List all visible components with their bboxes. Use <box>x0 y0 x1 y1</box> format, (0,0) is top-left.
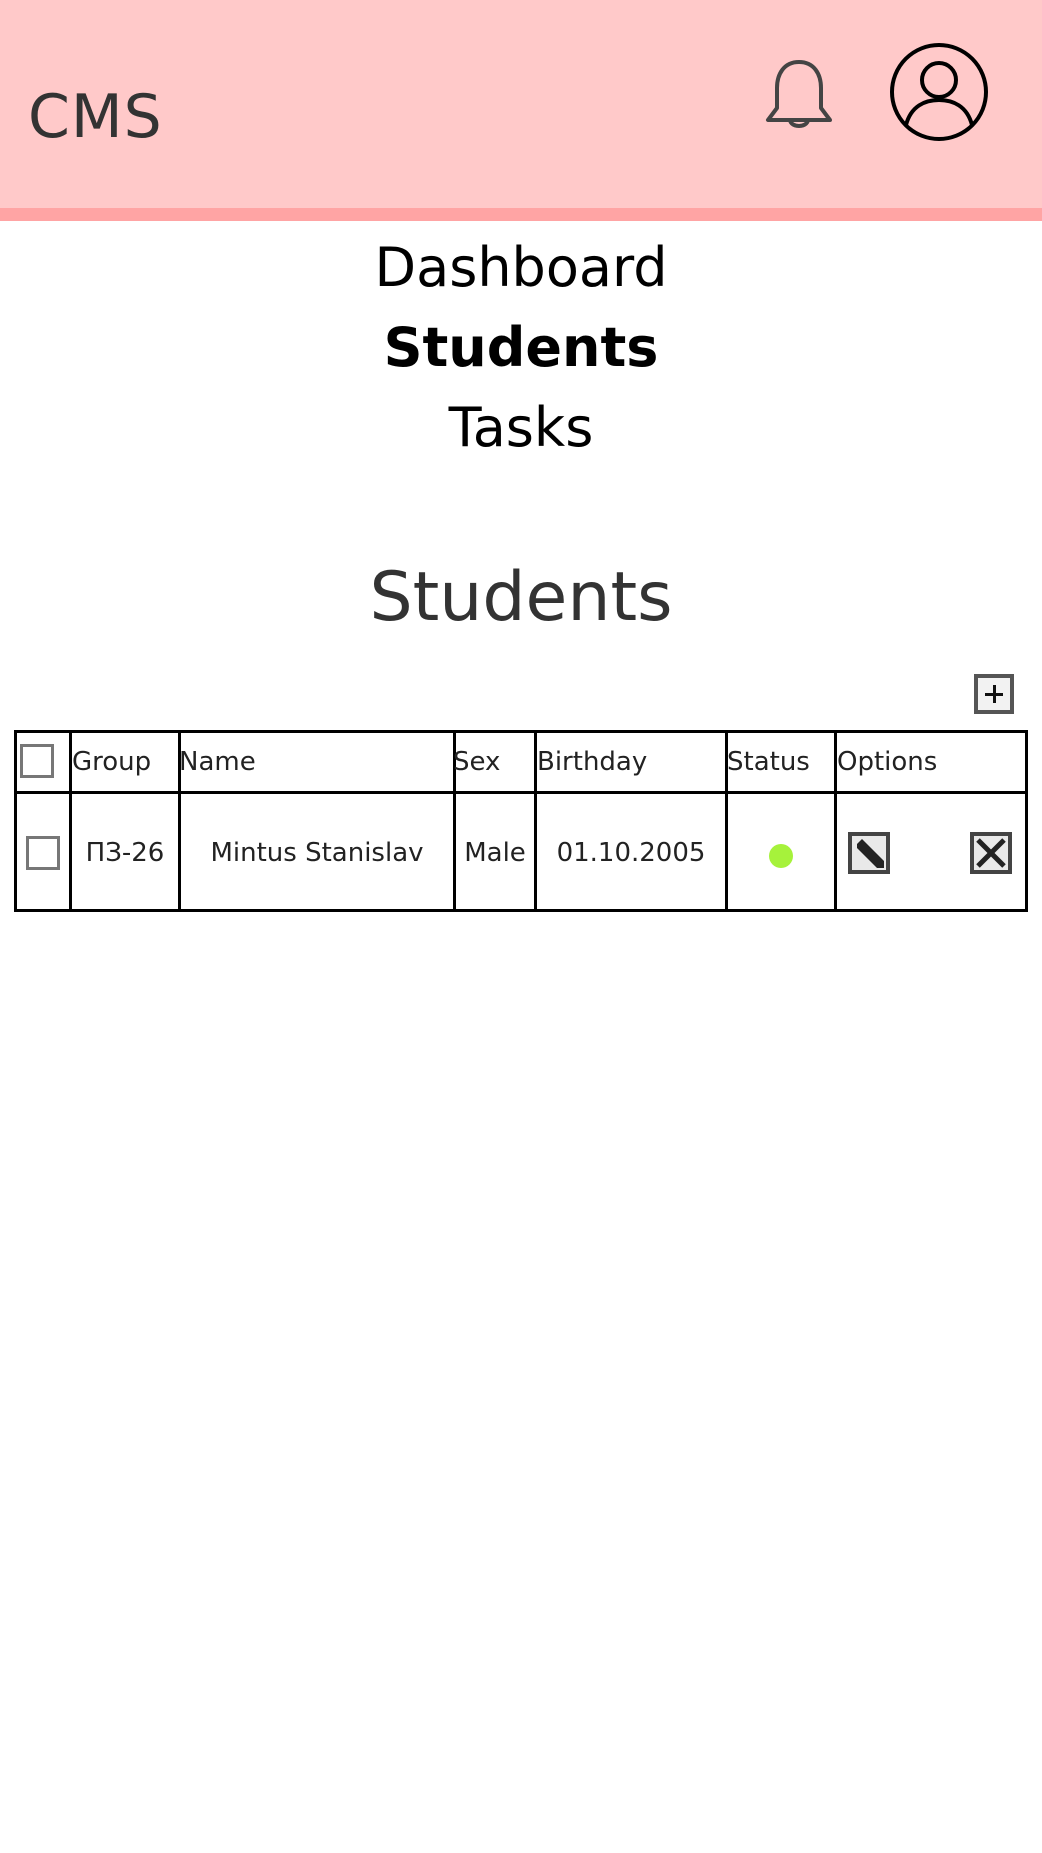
user-avatar-icon[interactable] <box>889 42 989 142</box>
column-header-birthday: Birthday <box>537 747 648 777</box>
column-header-name: Name <box>179 747 256 777</box>
cell-name: Mintus Stanislav <box>210 838 424 868</box>
column-header-sex: Sex <box>453 747 501 777</box>
add-student-button[interactable] <box>974 674 1014 714</box>
page: CMS Dashboard Students Tasks Students Gr… <box>0 0 1042 1853</box>
nav-item-students[interactable]: Students <box>0 308 1042 388</box>
column-header-options: Options <box>837 747 938 777</box>
page-title: Students <box>369 558 673 637</box>
cell-group: ПЗ-26 <box>85 838 165 868</box>
main-nav: Dashboard Students Tasks <box>0 228 1042 468</box>
edit-icon[interactable] <box>848 832 890 874</box>
students-table: Group Name Sex Birthday Status Options П… <box>14 730 1028 912</box>
cell-birthday: 01.10.2005 <box>556 838 706 868</box>
brand-logo[interactable]: CMS <box>28 82 163 152</box>
delete-x-icon[interactable] <box>970 832 1012 874</box>
cell-sex: Male <box>464 838 526 868</box>
header: CMS <box>0 0 1042 208</box>
bell-icon[interactable] <box>760 56 838 132</box>
header-divider <box>0 208 1042 221</box>
nav-item-dashboard[interactable]: Dashboard <box>0 228 1042 308</box>
status-indicator <box>769 844 793 868</box>
column-header-group: Group <box>72 747 152 777</box>
select-all-checkbox[interactable] <box>20 744 54 778</box>
column-header-status: Status <box>727 747 810 777</box>
row-checkbox[interactable] <box>26 836 60 870</box>
nav-item-tasks[interactable]: Tasks <box>0 388 1042 468</box>
